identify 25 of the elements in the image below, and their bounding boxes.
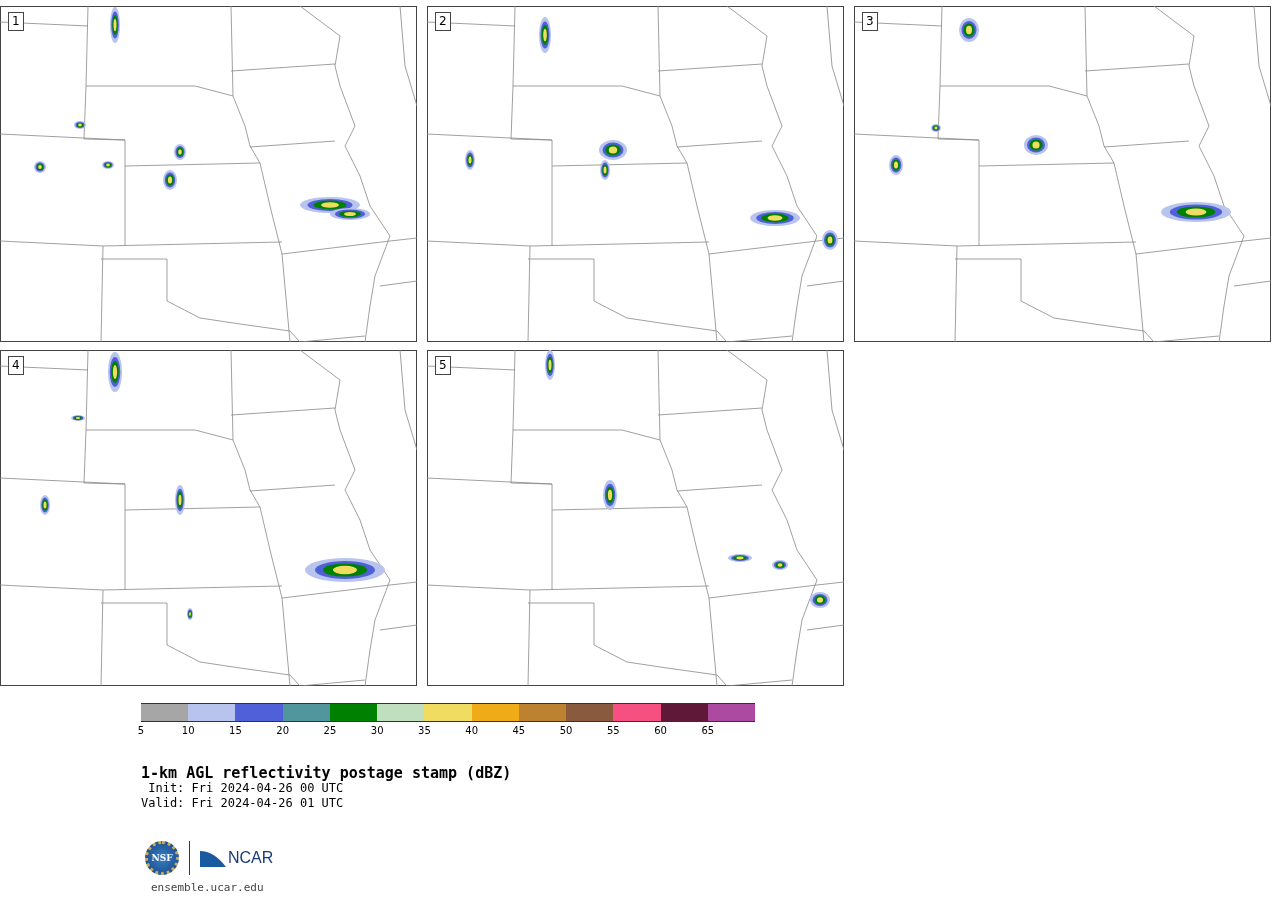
colorbar-tick-label: 15	[229, 725, 242, 736]
panel-number: 3	[862, 12, 878, 31]
init-time: Init: Fri 2024-04-26 00 UTC	[147, 781, 345, 796]
seal-text: NSF	[151, 853, 173, 863]
colorbar-tick-label: 20	[276, 725, 290, 736]
panel-number: 2	[435, 12, 451, 31]
colorbar-tick-label: 30	[370, 725, 384, 736]
colorbar-tick-label: 25	[323, 725, 337, 736]
site-url: ensemble.ucar.edu	[151, 881, 265, 894]
colorbar-tick-label: 10	[181, 725, 195, 736]
colorbar-tick-label: 45	[512, 725, 526, 736]
panel-number: 5	[435, 356, 451, 375]
valid-time: Valid: Fri 2024-04-26 01 UTC	[141, 796, 345, 811]
colorbar-tick-label: 5	[137, 725, 145, 736]
colorbar-tick-label: 35	[418, 725, 431, 736]
colorbar-tick-label: 40	[465, 725, 478, 736]
colorbar-tick-label: 50	[559, 725, 573, 736]
logo-wordmark: NCAR	[228, 849, 274, 867]
colorbar-tick-label: 65	[701, 725, 715, 736]
colorbar-tick-label: 60	[654, 725, 667, 736]
swoosh-icon	[200, 849, 226, 867]
colorbar-tick-label: 55	[607, 725, 620, 736]
panel-number: 1	[8, 12, 24, 31]
chart-title: 1-km AGL reflectivity postage stamp (dBZ)	[141, 765, 513, 781]
panel-number: 4	[8, 356, 24, 375]
